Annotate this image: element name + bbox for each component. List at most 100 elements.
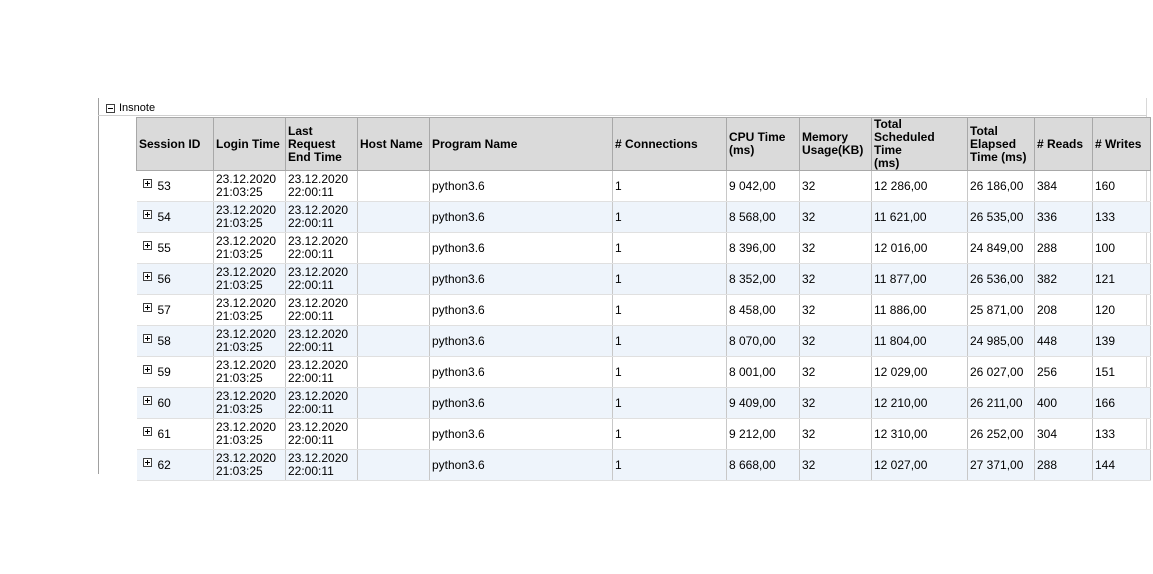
last-request-date: 23.12.2020 <box>288 296 349 310</box>
group-header: Insnote <box>106 101 155 115</box>
program-name-value: python3.6 <box>432 179 485 193</box>
total-scheduled-time-value: 12 029,00 <box>874 365 928 379</box>
program-name-cell: python3.6 <box>429 294 613 326</box>
column-header-text: Scheduled Time <box>874 130 935 157</box>
login-time: 21:03:25 <box>216 371 263 385</box>
collapse-icon[interactable] <box>106 103 115 113</box>
table-row[interactable]: 58 23.12.2020 21:03:25 23.12.2020 22:00:11 py… <box>136 325 1151 357</box>
reads-cell: 448 <box>1034 325 1093 357</box>
column-header-login-time[interactable]: Login Time <box>213 117 286 171</box>
total-scheduled-time-cell: 12 029,00 <box>871 356 968 388</box>
writes-cell: 144 <box>1092 449 1151 481</box>
expand-row-icon[interactable] <box>142 209 152 219</box>
total-scheduled-time-cell: 11 877,00 <box>871 263 968 295</box>
reads-cell: 382 <box>1034 263 1093 295</box>
column-header-text: Elapsed <box>970 136 1017 151</box>
expand-row-icon[interactable] <box>142 302 152 312</box>
connections-cell: 1 <box>612 170 727 202</box>
login-time: 21:03:25 <box>216 464 263 478</box>
cpu-time-value: 8 568,00 <box>729 210 776 224</box>
program-name-cell: python3.6 <box>429 170 613 202</box>
column-header-cpu-time[interactable]: CPU Time (ms) <box>726 117 800 171</box>
writes-value: 100 <box>1095 241 1116 255</box>
table-row[interactable]: 56 23.12.2020 21:03:25 23.12.2020 22:00:11 py… <box>136 263 1151 295</box>
reads-value: 208 <box>1037 303 1058 317</box>
connections-value: 1 <box>615 427 622 441</box>
writes-value: 166 <box>1095 396 1116 410</box>
last-request-time: 22:00:11 <box>288 402 334 416</box>
expand-row-icon[interactable] <box>142 271 152 281</box>
column-header-total-elapsed-time[interactable]: Total Elapsed Time (ms) <box>967 117 1035 171</box>
login-time: 21:03:25 <box>216 402 263 416</box>
expand-row-icon[interactable] <box>142 457 152 467</box>
last-request-end-time-cell: 23.12.2020 22:00:11 <box>285 418 358 450</box>
column-header-session-id[interactable]: Session ID <box>136 117 214 171</box>
total-scheduled-time-value: 12 016,00 <box>874 241 928 255</box>
total-elapsed-time-cell: 27 371,00 <box>967 449 1035 481</box>
reads-cell: 208 <box>1034 294 1093 326</box>
memory-usage-value: 32 <box>802 427 816 441</box>
column-header-host-name[interactable]: Host Name <box>357 117 430 171</box>
host-name-cell <box>357 201 430 233</box>
session-id-wrap: 58 <box>142 333 212 348</box>
login-time-cell: 23.12.2020 21:03:25 <box>213 201 286 233</box>
column-header-writes[interactable]: # Writes <box>1092 117 1151 171</box>
cpu-time-cell: 8 568,00 <box>726 201 800 233</box>
table-row[interactable]: 61 23.12.2020 21:03:25 23.12.2020 22:00:11 py… <box>136 418 1151 450</box>
reads-value: 400 <box>1037 396 1058 410</box>
expand-row-icon[interactable] <box>142 364 152 374</box>
session-id-wrap: 60 <box>142 395 212 410</box>
table-row[interactable]: 53 23.12.2020 21:03:25 23.12.2020 22:00:11 py… <box>136 170 1151 202</box>
expand-row-icon[interactable] <box>142 426 152 436</box>
connections-value: 1 <box>615 458 622 472</box>
total-elapsed-time-value: 26 027,00 <box>970 365 1024 379</box>
last-request-end-time-cell: 23.12.2020 22:00:11 <box>285 325 358 357</box>
table-row[interactable]: 55 23.12.2020 21:03:25 23.12.2020 22:00:11 py… <box>136 232 1151 264</box>
reads-value: 288 <box>1037 241 1058 255</box>
column-header-program-name[interactable]: Program Name <box>429 117 613 171</box>
expand-row-icon[interactable] <box>142 333 152 343</box>
table-row[interactable]: 57 23.12.2020 21:03:25 23.12.2020 22:00:11 py… <box>136 294 1151 326</box>
total-scheduled-time-value: 11 621,00 <box>874 210 927 224</box>
table-row[interactable]: 54 23.12.2020 21:03:25 23.12.2020 22:00:11 py… <box>136 201 1151 233</box>
total-elapsed-time-cell: 26 211,00 <box>967 387 1035 419</box>
program-name-value: python3.6 <box>432 272 485 286</box>
column-header-connections[interactable]: # Connections <box>612 117 727 171</box>
total-elapsed-time-cell: 24 849,00 <box>967 232 1035 264</box>
column-header-reads[interactable]: # Reads <box>1034 117 1093 171</box>
last-request-date: 23.12.2020 <box>288 327 349 341</box>
table-row[interactable]: 60 23.12.2020 21:03:25 23.12.2020 22:00:11 py… <box>136 387 1151 419</box>
memory-usage-value: 32 <box>802 365 816 379</box>
header-row: Session ID Login Time Last Request End Tim… <box>136 117 1151 171</box>
total-scheduled-time-cell: 12 310,00 <box>871 418 968 450</box>
writes-cell: 120 <box>1092 294 1151 326</box>
connections-value: 1 <box>615 241 622 255</box>
expand-row-icon[interactable] <box>142 178 152 188</box>
writes-value: 160 <box>1095 179 1116 193</box>
column-header-total-scheduled-time[interactable]: Total Scheduled Time (ms) <box>871 117 968 171</box>
login-date: 23.12.2020 <box>216 234 277 248</box>
column-header-memory-usage[interactable]: Memory Usage(KB) <box>799 117 872 171</box>
program-name-cell: python3.6 <box>429 263 613 295</box>
column-header-last-request-end-time[interactable]: Last Request End Time <box>285 117 358 171</box>
column-header-text: Request <box>288 136 336 151</box>
total-elapsed-time-cell: 26 536,00 <box>967 263 1035 295</box>
expand-row-icon[interactable] <box>142 240 152 250</box>
session-id-cell: 58 <box>136 325 214 357</box>
program-name-value: python3.6 <box>432 303 485 317</box>
login-date: 23.12.2020 <box>216 420 277 434</box>
column-header-text: Host Name <box>360 136 423 151</box>
host-name-cell <box>357 170 430 202</box>
total-elapsed-time-cell: 26 027,00 <box>967 356 1035 388</box>
table-row[interactable]: 62 23.12.2020 21:03:25 23.12.2020 22:00:11 py… <box>136 449 1151 481</box>
reads-value: 384 <box>1037 179 1058 193</box>
expand-row-icon[interactable] <box>142 395 152 405</box>
column-header-text: # Reads <box>1037 136 1084 151</box>
table-row[interactable]: 59 23.12.2020 21:03:25 23.12.2020 22:00:11 py… <box>136 356 1151 388</box>
reads-cell: 304 <box>1034 418 1093 450</box>
column-header-text: Memory <box>802 130 849 144</box>
total-elapsed-time-value: 24 849,00 <box>970 241 1024 255</box>
program-name-value: python3.6 <box>432 241 485 255</box>
login-date: 23.12.2020 <box>216 327 277 341</box>
session-id-cell: 54 <box>136 201 214 233</box>
